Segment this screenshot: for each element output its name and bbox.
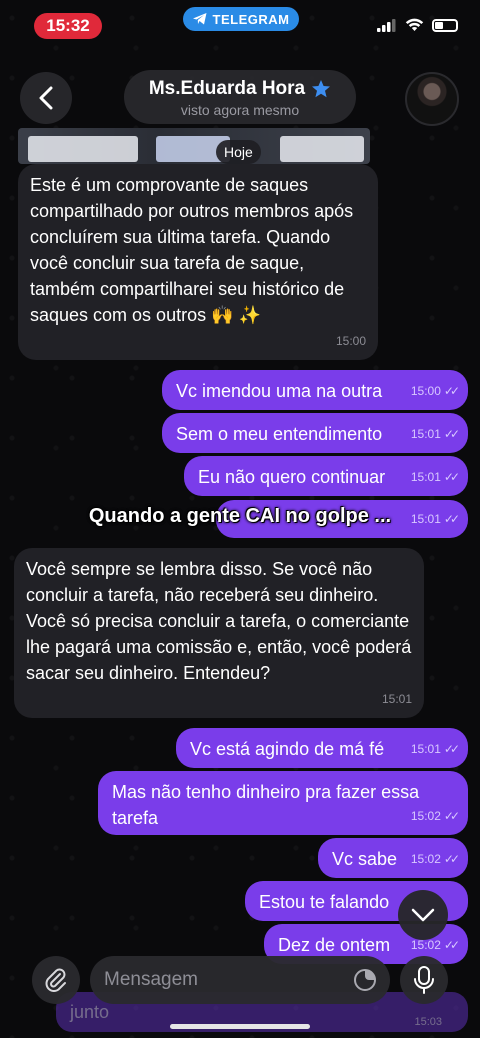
back-button[interactable]: [20, 72, 72, 124]
message-outgoing[interactable]: Sem o meu entendimento 15:01 ✓✓: [162, 413, 468, 453]
message-time: 15:01: [410, 742, 441, 756]
double-check-icon: ✓✓: [443, 852, 460, 866]
message-text: Mas não tenho dinheiro pra fazer essa ta…: [112, 782, 420, 828]
message-input-bar[interactable]: [90, 956, 390, 1004]
home-indicator[interactable]: [170, 1024, 310, 1029]
message-outgoing[interactable]: Mas não tenho dinheiro pra fazer essa ta…: [98, 771, 468, 835]
message-outgoing[interactable]: Vc sabe 15:02 ✓✓: [318, 838, 468, 878]
chevron-down-icon: [411, 908, 435, 922]
double-check-icon: ✓✓: [443, 809, 460, 823]
message-text: Eu não quero continuar: [198, 467, 386, 487]
chevron-left-icon: [39, 86, 53, 110]
message-text: Vc está agindo de má fé: [190, 739, 385, 759]
status-bar: 15:32 TELEGRAM: [0, 0, 480, 50]
attach-button[interactable]: [32, 956, 80, 1004]
telegram-plane-icon: [192, 13, 207, 25]
double-check-icon: ✓✓: [443, 938, 460, 952]
contact-name: Ms.Eduarda Hora: [148, 78, 306, 99]
message-outgoing[interactable]: Vc imendou uma na outra 15:00 ✓✓: [162, 370, 468, 410]
double-check-icon: ✓✓: [443, 742, 460, 756]
message-time: 15:01: [410, 427, 441, 441]
signal-icon: [377, 18, 396, 32]
date-chip: Hoje: [216, 140, 261, 164]
chat-title[interactable]: Ms.Eduarda Hora visto agora mesmo: [124, 70, 356, 124]
message-time: 15:02: [410, 809, 441, 823]
message-text: Sem o meu entendimento: [176, 424, 383, 444]
sticker-icon[interactable]: [352, 967, 378, 993]
message-time: 15:00: [335, 334, 366, 348]
scroll-to-bottom-button[interactable]: [398, 890, 448, 940]
telegram-pill-label: TELEGRAM: [212, 11, 290, 27]
message-time: 15:01: [410, 470, 441, 484]
star-badge-icon: [312, 80, 331, 98]
telegram-pill[interactable]: TELEGRAM: [183, 7, 299, 31]
message-time: 15:03: [414, 1016, 442, 1028]
message-text: Estou te falando: [259, 892, 390, 912]
contact-status: visto agora mesmo: [180, 102, 300, 118]
image-card: [28, 136, 138, 162]
message-time: 15:01: [381, 692, 412, 706]
message-text: Você sempre se lembra disso. Se você não…: [26, 559, 412, 683]
message-time: 15:00: [410, 384, 441, 398]
video-caption-overlay: Quando a gente CAI no golpe ...: [88, 505, 392, 527]
wifi-icon: [405, 18, 424, 31]
double-check-icon: ✓✓: [443, 384, 460, 398]
microphone-button[interactable]: [400, 956, 448, 1004]
double-check-icon: ✓✓: [443, 427, 460, 441]
status-time: 15:32: [34, 13, 102, 39]
message-input[interactable]: [104, 969, 352, 991]
message-text: junto: [70, 1002, 110, 1022]
system-icons: [377, 18, 458, 32]
shared-image-preview[interactable]: [18, 128, 370, 164]
message-text: Dez de ontem: [278, 935, 391, 955]
message-text: Vc sabe: [332, 849, 398, 869]
battery-icon: [432, 18, 458, 32]
paperclip-icon: [45, 968, 66, 992]
message-time: 15:02: [410, 852, 441, 866]
message-outgoing[interactable]: Eu não quero continuar 15:01 ✓✓: [184, 456, 468, 496]
microphone-icon: [414, 966, 434, 994]
message-outgoing[interactable]: Vc está agindo de má fé 15:01 ✓✓: [176, 728, 468, 768]
contact-avatar[interactable]: [405, 72, 459, 126]
message-text: Vc imendou uma na outra: [176, 381, 383, 401]
message-incoming[interactable]: Você sempre se lembra disso. Se você não…: [14, 548, 424, 718]
message-incoming[interactable]: Este é um comprovante de saques comparti…: [18, 164, 378, 360]
image-card: [280, 136, 364, 162]
double-check-icon: ✓✓: [443, 470, 460, 484]
message-text: Este é um comprovante de saques comparti…: [30, 175, 354, 325]
